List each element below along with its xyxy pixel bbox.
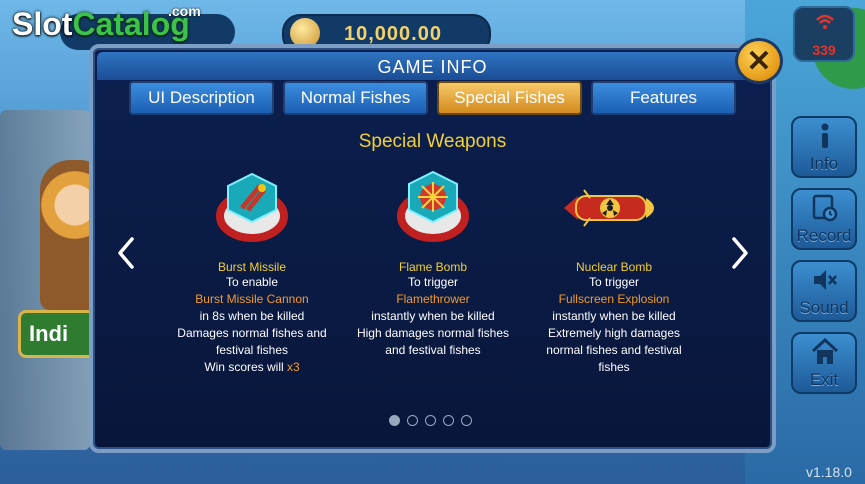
nuclear-bomb-icon bbox=[564, 189, 654, 227]
pagination-dots bbox=[389, 415, 479, 429]
weapon-card-flame-bomb: Flame Bomb To trigger Flamethrower insta… bbox=[348, 168, 518, 359]
watermark-part1: Slot bbox=[12, 6, 73, 42]
weapon-desc-line: To trigger bbox=[407, 275, 459, 289]
page-dot-5[interactable] bbox=[461, 415, 472, 426]
weapon-desc-line: Fullscreen Explosion bbox=[558, 292, 670, 306]
record-icon bbox=[812, 194, 838, 222]
weapon-desc-line: in 8s when be killed bbox=[199, 309, 305, 323]
tab-normal-fishes[interactable]: Normal Fishes bbox=[283, 81, 428, 115]
info-button-label: Info bbox=[809, 154, 839, 173]
weapon-desc-line: Win scores will x3 bbox=[167, 359, 337, 376]
tab-label: Normal Fishes bbox=[300, 88, 411, 107]
weapon-desc-line: To trigger bbox=[588, 275, 640, 289]
exit-button-label: Exit bbox=[809, 370, 839, 389]
weapon-desc-line: fishes bbox=[598, 360, 630, 374]
weapon-name: Flame Bomb bbox=[398, 260, 468, 274]
tab-label: Special Fishes bbox=[454, 88, 565, 107]
weapon-name: Burst Missile bbox=[217, 260, 286, 274]
dialog-header: GAME INFO bbox=[97, 52, 768, 80]
background-banner-text: Indi bbox=[29, 321, 69, 346]
previous-page-arrow[interactable] bbox=[116, 236, 136, 270]
weapon-desc-line: and festival fishes bbox=[385, 343, 481, 357]
weapon-desc-line: instantly when be killed bbox=[371, 309, 495, 323]
exit-button[interactable]: Exit bbox=[791, 332, 857, 394]
watermark-suffix: .com bbox=[168, 3, 201, 19]
tab-special-fishes[interactable]: Special Fishes bbox=[437, 81, 582, 115]
next-page-arrow[interactable] bbox=[730, 236, 750, 270]
weapon-desc-line: instantly when be killed bbox=[552, 309, 676, 323]
weapon-desc-line: Burst Missile Cannon bbox=[195, 292, 309, 306]
tab-ui-description[interactable]: UI Description bbox=[129, 81, 274, 115]
page-dot-4[interactable] bbox=[443, 415, 454, 426]
sound-button[interactable]: Sound bbox=[791, 260, 857, 322]
record-button[interactable]: Record bbox=[791, 188, 857, 250]
signal-value: 339 bbox=[812, 42, 836, 58]
sound-button-label: Sound bbox=[799, 298, 849, 317]
weapon-desc-line: To enable bbox=[225, 275, 279, 289]
flame-bomb-icon bbox=[397, 170, 469, 242]
section-title: Special Weapons bbox=[358, 131, 507, 152]
tab-label: UI Description bbox=[148, 88, 255, 107]
version-label: v1.18.0 bbox=[806, 464, 852, 480]
weapon-name: Nuclear Bomb bbox=[575, 260, 653, 274]
slotcatalog-watermark: SlotCatalog .com bbox=[12, 4, 201, 42]
weapon-desc-line: Extremely high damages bbox=[547, 326, 681, 340]
weapon-card-burst-missile: Burst Missile To enable Burst Missile Ca… bbox=[167, 168, 337, 376]
tab-label: Features bbox=[629, 88, 698, 107]
speaker-mute-icon bbox=[814, 270, 837, 290]
page-dot-2[interactable] bbox=[407, 415, 418, 426]
weapon-card-nuclear-bomb: Nuclear Bomb To trigger Fullscreen Explo… bbox=[529, 168, 699, 376]
weapon-desc-line: High damages normal fishes bbox=[356, 326, 510, 340]
page-dot-1[interactable] bbox=[389, 415, 400, 426]
record-button-label: Record bbox=[796, 226, 852, 245]
close-icon: ✕ bbox=[746, 45, 772, 78]
coin-balance-value: 10,000.00 bbox=[344, 23, 442, 45]
network-signal: 339 bbox=[793, 6, 855, 62]
win-scores-text: Win scores will bbox=[204, 360, 287, 374]
page-dot-3[interactable] bbox=[425, 415, 436, 426]
home-icon bbox=[812, 338, 838, 364]
tab-features[interactable]: Features bbox=[591, 81, 736, 115]
dialog-title: GAME INFO bbox=[377, 57, 488, 77]
weapon-desc-line: Damages normal fishes and bbox=[177, 326, 327, 340]
wifi-icon bbox=[816, 14, 834, 29]
weapon-desc-line: normal fishes and festival bbox=[546, 343, 682, 357]
burst-missile-icon bbox=[216, 172, 288, 242]
close-button[interactable]: ✕ bbox=[735, 38, 783, 84]
weapon-desc-line: festival fishes bbox=[215, 343, 289, 357]
multiplier-text: x3 bbox=[287, 360, 300, 374]
weapon-desc-line: Flamethrower bbox=[396, 292, 470, 306]
